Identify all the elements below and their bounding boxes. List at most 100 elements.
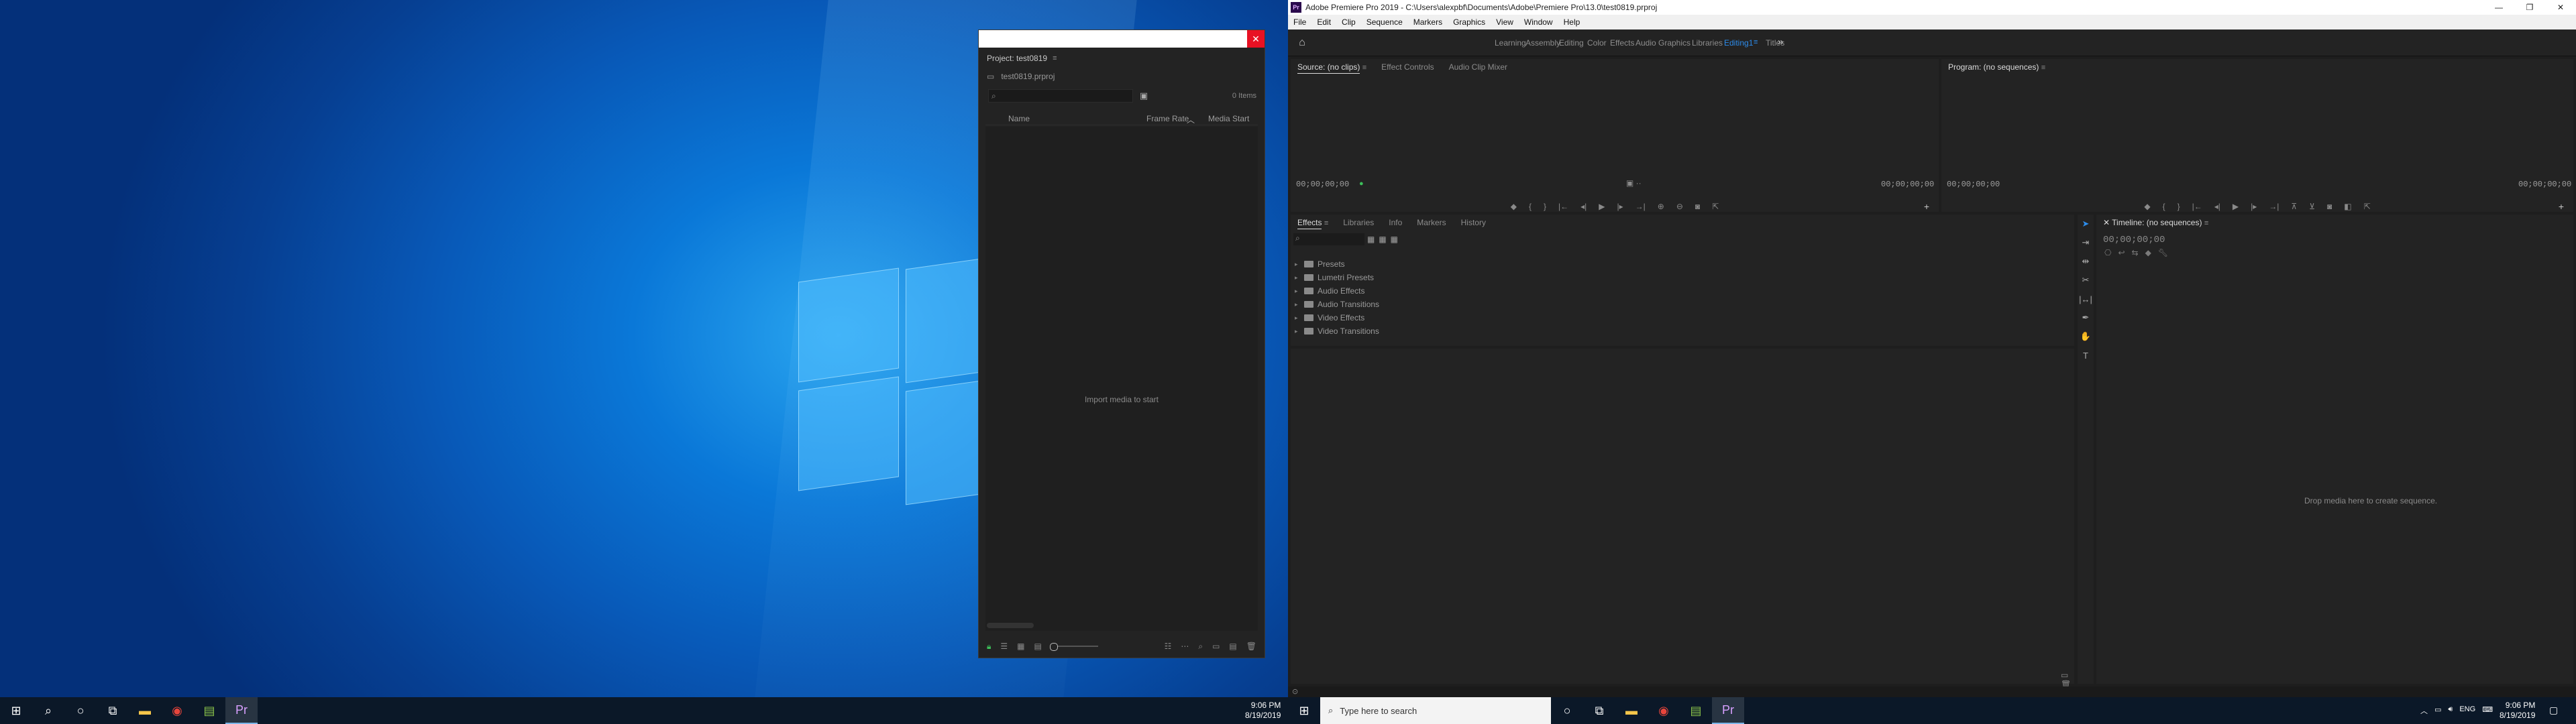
more-workspaces-icon[interactable]: » <box>1778 36 1783 48</box>
mark-out-icon[interactable]: } <box>1544 202 1546 211</box>
new-bin-footer-icon[interactable]: ▭ <box>1212 642 1220 651</box>
list-item[interactable]: ▸ Lumetri Presets <box>1295 271 1379 284</box>
workspace-menu-icon[interactable]: ≡ <box>1754 38 1758 46</box>
tab-program[interactable]: Program: (no sequences) ≡ <box>1948 62 2045 72</box>
mark-in-icon[interactable]: { <box>1529 202 1532 211</box>
file-explorer-icon[interactable]: ▬ <box>129 697 161 724</box>
workspace-editing[interactable]: Editing <box>1559 38 1584 48</box>
premiere-window[interactable]: Pr Adobe Premiere Pro 2019 - C:\Users\al… <box>1288 0 2576 697</box>
chevron-up-icon[interactable]: ︿ <box>2420 705 2428 716</box>
chrome-icon[interactable]: ◉ <box>1648 697 1680 724</box>
clock-right[interactable]: 9:06 PM 8/19/2019 <box>2500 701 2535 721</box>
go-to-out-icon[interactable]: →| <box>1635 202 1646 211</box>
go-to-out-icon[interactable]: →| <box>2269 202 2279 211</box>
timeline-tool-icons[interactable]: ⎔↩⇆◆🔧︎ <box>2104 248 2175 257</box>
razor-tool-icon[interactable]: ✂ <box>2078 271 2094 290</box>
premiere-taskbar-icon[interactable]: Pr <box>225 697 258 724</box>
lift-icon[interactable]: ⊼ <box>2291 202 2297 211</box>
close-button[interactable]: ✕ <box>2545 0 2576 15</box>
list-item[interactable]: ▸ Video Transitions <box>1295 324 1379 338</box>
tab-libraries[interactable]: Libraries <box>1343 218 1374 227</box>
close-button[interactable]: ✕ <box>1247 30 1265 48</box>
start-icon[interactable]: ⊞ <box>0 697 32 724</box>
tab-markers[interactable]: Markers <box>1417 218 1446 227</box>
step-back-icon[interactable]: ◂| <box>2214 202 2220 211</box>
tab-info[interactable]: Info <box>1389 218 1402 227</box>
horizontal-scrollbar[interactable] <box>987 623 1034 628</box>
overwrite-icon[interactable]: ⊖ <box>1676 202 1683 211</box>
new-bin-icon[interactable]: ▣ <box>1136 89 1152 103</box>
type-tool-icon[interactable]: T <box>2078 346 2094 365</box>
list-view-icon[interactable]: ☰ <box>1000 642 1008 651</box>
notification-icon[interactable]: ▢ <box>2549 705 2558 716</box>
premiere-taskbar-icon[interactable]: Pr <box>1712 697 1744 724</box>
step-forward-icon[interactable]: |▸ <box>1617 202 1623 211</box>
button-editor-icon[interactable]: ⇱ <box>1712 202 1719 211</box>
workspace-graphics[interactable]: Graphics <box>1658 38 1690 48</box>
effects-search-input[interactable]: ⌕ <box>1293 233 1364 245</box>
minimize-button[interactable]: — <box>2483 0 2514 15</box>
go-to-in-icon[interactable]: |← <box>1558 202 1568 211</box>
pen-tool-icon[interactable]: ✒ <box>2078 308 2094 327</box>
menu-sequence[interactable]: Sequence <box>1366 17 1403 27</box>
mark-in-icon[interactable]: { <box>2163 202 2165 211</box>
list-item[interactable]: ▸ Presets <box>1295 257 1379 271</box>
cortana-icon[interactable]: ○ <box>1551 697 1583 724</box>
restore-button[interactable]: ❐ <box>2514 0 2545 15</box>
start-icon[interactable]: ⊞ <box>1288 697 1320 724</box>
home-icon[interactable]: ⌂ <box>1295 36 1309 50</box>
clear-icon[interactable]: 🗑︎ <box>1246 642 1256 651</box>
export-frame-icon[interactable]: ◙ <box>2327 202 2332 211</box>
add-button-icon[interactable]: + <box>1924 201 1929 212</box>
accelerated-effects-icons[interactable]: ▦▦▦ <box>1367 235 1402 244</box>
column-frame-rate[interactable]: Frame Rate <box>1146 114 1189 123</box>
tab-timeline[interactable]: ✕ Timeline: (no sequences) ≡ <box>2103 218 2208 227</box>
icon-view-icon[interactable]: ▦ <box>1017 642 1024 651</box>
slip-tool-icon[interactable]: |↔| <box>2078 290 2094 308</box>
language-indicator[interactable]: ENG <box>2459 705 2475 716</box>
menu-clip[interactable]: Clip <box>1342 17 1356 27</box>
project-window[interactable]: ✕ Project: test0819 ≡ ▭ test0819.prproj … <box>978 29 1265 658</box>
project-tab-label[interactable]: Project: test0819 <box>987 54 1047 63</box>
menu-window[interactable]: Window <box>1524 17 1553 27</box>
play-icon[interactable]: ▶ <box>2233 202 2239 211</box>
lock-icon[interactable]: 🔒︎ <box>987 642 991 652</box>
keyboard-icon[interactable]: ⌨ <box>2482 705 2493 716</box>
chrome-icon[interactable]: ◉ <box>161 697 193 724</box>
notepad-plus-icon[interactable]: ▤ <box>193 697 225 724</box>
selection-tool-icon[interactable]: ➤ <box>2078 215 2094 233</box>
menu-graphics[interactable]: Graphics <box>1453 17 1485 27</box>
resolution-dropdown[interactable]: ▣ ·· <box>1626 178 1642 188</box>
comparison-view-icon[interactable]: ◧ <box>2344 202 2351 211</box>
project-panel-tab[interactable]: Project: test0819 ≡ <box>979 50 1265 66</box>
taskbar-search-input[interactable]: ⌕ Type here to search <box>1320 697 1551 724</box>
workspace-color[interactable]: Color <box>1587 38 1607 48</box>
clock-left[interactable]: 9:06 PM 8/19/2019 <box>1245 701 1281 721</box>
program-timecode-left[interactable]: 00;00;00;00 <box>1947 180 2000 189</box>
hand-tool-icon[interactable]: ✋ <box>2078 327 2094 346</box>
task-view-icon[interactable]: ⧉ <box>97 697 129 724</box>
tab-history[interactable]: History <box>1461 218 1486 227</box>
task-view-icon[interactable]: ⧉ <box>1583 697 1615 724</box>
step-forward-icon[interactable]: |▸ <box>2251 202 2257 211</box>
freeform-view-icon[interactable]: ▤ <box>1034 642 1042 651</box>
notepad-plus-icon[interactable]: ▤ <box>1680 697 1712 724</box>
tab-source[interactable]: Source: (no clips) ≡ <box>1297 62 1366 74</box>
track-select-tool-icon[interactable]: ⇥ <box>2078 233 2094 252</box>
find-icon[interactable]: ⌕ <box>1198 642 1203 652</box>
column-name[interactable]: Name <box>1008 114 1030 123</box>
volume-icon[interactable]: 🔊︎ <box>2448 705 2453 716</box>
go-to-in-icon[interactable]: |← <box>2192 202 2202 211</box>
workspace-editing1[interactable]: Editing1 <box>1724 38 1753 48</box>
file-explorer-icon[interactable]: ▬ <box>1615 697 1648 724</box>
add-marker-icon[interactable]: ◆ <box>1511 202 1517 211</box>
project-window-titlebar[interactable]: ✕ <box>979 30 1265 48</box>
workspace-effects[interactable]: Effects <box>1610 38 1634 48</box>
column-media-start[interactable]: Media Start <box>1208 114 1249 123</box>
source-timecode-left[interactable]: 00;00;00;00 <box>1296 180 1349 189</box>
panel-menu-icon[interactable]: ≡ <box>1053 54 1057 62</box>
title-bar[interactable]: Pr Adobe Premiere Pro 2019 - C:\Users\al… <box>1288 0 2576 15</box>
tab-audio-clip-mixer[interactable]: Audio Clip Mixer <box>1449 62 1507 72</box>
workspace-libraries[interactable]: Libraries <box>1692 38 1723 48</box>
workspace-assembly[interactable]: Assembly <box>1525 38 1560 48</box>
